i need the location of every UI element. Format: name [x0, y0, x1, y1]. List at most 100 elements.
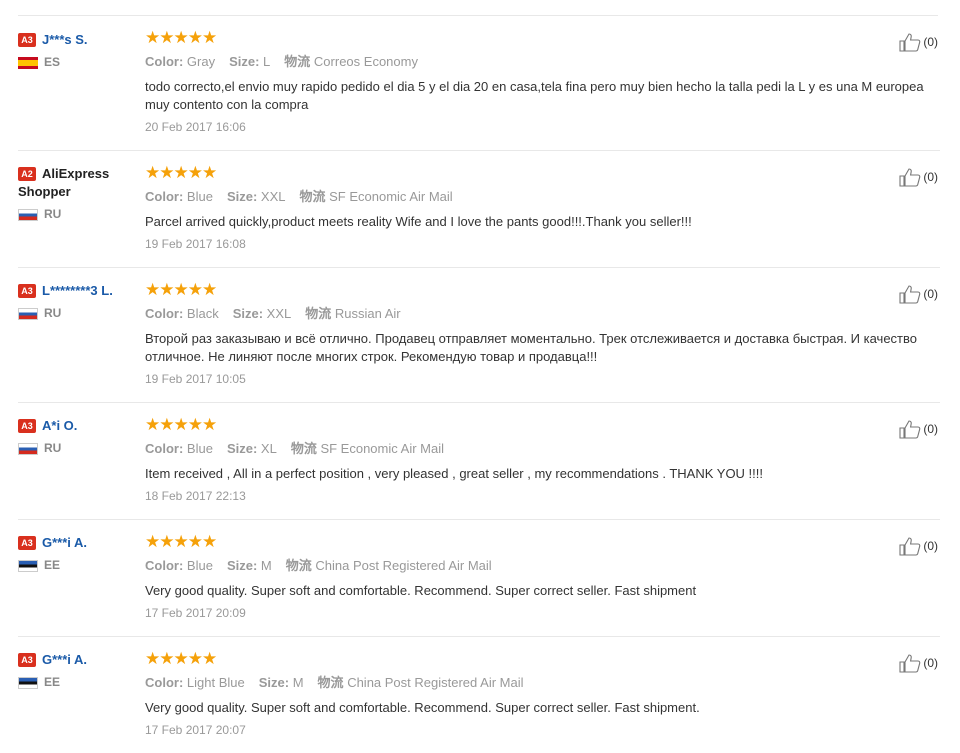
thumbs-up-icon: [899, 168, 921, 187]
buyer-country: EE: [18, 675, 133, 689]
star-rating: ★★★★★: [145, 28, 217, 47]
review-text: Very good quality. Super soft and comfor…: [145, 700, 700, 715]
color-label: Color:: [145, 306, 184, 321]
review-item: A3 J***s S. ES ★★★★★ Color: Gray Size: L 物流…: [18, 16, 940, 151]
helpful-count: (0): [923, 422, 938, 436]
review-date: 19 Feb 2017 10:05: [145, 372, 246, 386]
helpful-button[interactable]: (0): [899, 32, 938, 52]
helpful-button[interactable]: (0): [899, 653, 938, 673]
country-code: EE: [44, 675, 61, 689]
thumbs-up-icon: [899, 420, 921, 439]
estonia-flag-icon: [18, 676, 38, 689]
buyer-name[interactable]: G***i A.: [42, 535, 87, 550]
country-code: RU: [44, 306, 62, 320]
buyer-name[interactable]: G***i A.: [42, 652, 87, 667]
size-value: XXL: [260, 189, 286, 204]
color-label: Color:: [145, 54, 184, 69]
shipping-label: 物流: [284, 54, 311, 69]
review-text: Very good quality. Super soft and comfor…: [145, 583, 697, 598]
helpful-count: (0): [923, 170, 938, 184]
review-text: todo correcto,el envio muy rapido pedido…: [145, 79, 924, 112]
buyer-country: ES: [18, 55, 133, 69]
helpful-button[interactable]: (0): [899, 419, 938, 439]
helpful-count: (0): [923, 35, 938, 49]
buyer-name[interactable]: L********3 L.: [42, 283, 113, 298]
size-value: M: [260, 558, 272, 573]
review-item: A3 L********3 L. RU ★★★★★ Color: Black Siz…: [18, 268, 940, 403]
shipping-value: SF Economic Air Mail: [329, 189, 453, 204]
shipping-value: China Post Registered Air Mail: [315, 558, 492, 573]
size-label: Size:: [226, 558, 258, 573]
estonia-flag-icon: [18, 559, 38, 572]
color-value: Blue: [186, 441, 213, 456]
size-label: Size:: [226, 441, 258, 456]
review-item: A3 G***i A. EE ★★★★★ Color: Blue Size: M 物流…: [18, 520, 940, 637]
helpful-button[interactable]: (0): [899, 536, 938, 556]
buyer-name[interactable]: A*i O.: [42, 418, 77, 433]
color-label: Color:: [145, 441, 184, 456]
review-item: A3 G***i A. EE ★★★★★ Color: Light Blue Siz…: [18, 637, 940, 753]
helpful-count: (0): [923, 287, 938, 301]
review-date: 20 Feb 2017 16:06: [145, 120, 246, 134]
color-value: Blue: [186, 189, 213, 204]
spain-flag-icon: [18, 56, 38, 69]
review-date: 17 Feb 2017 20:09: [145, 606, 246, 620]
country-code: ES: [44, 55, 61, 69]
buyer-level-badge: A3: [18, 419, 36, 433]
russia-flag-icon: [18, 307, 38, 320]
color-label: Color:: [145, 675, 184, 690]
color-value: Gray: [186, 54, 216, 69]
size-value: XXL: [266, 306, 292, 321]
buyer-level-badge: A3: [18, 33, 36, 47]
helpful-button[interactable]: (0): [899, 284, 938, 304]
star-rating: ★★★★★: [145, 280, 217, 299]
review-text: Item received , All in a perfect positio…: [145, 466, 764, 481]
star-rating: ★★★★★: [145, 649, 217, 668]
buyer-level-badge: A2: [18, 167, 36, 181]
review-text: Parcel arrived quickly,product meets rea…: [145, 214, 692, 229]
buyer-name[interactable]: J***s S.: [42, 32, 88, 47]
buyer-country: RU: [18, 441, 133, 455]
helpful-count: (0): [923, 539, 938, 553]
thumbs-up-icon: [899, 654, 921, 673]
color-label: Color:: [145, 189, 184, 204]
shipping-label: 物流: [285, 558, 312, 573]
order-info: Color: Gray Size: L 物流 Correos Economy: [145, 53, 945, 71]
review-item: A2 AliExpress Shopper RU ★★★★★ Color: Blu…: [18, 151, 940, 268]
buyer-country: EE: [18, 558, 133, 572]
size-label: Size:: [229, 54, 260, 69]
order-info: Color: Blue Size: XL 物流 SF Economic Air Ma…: [145, 440, 945, 458]
size-label: Size:: [226, 189, 258, 204]
country-code: RU: [44, 207, 62, 221]
buyer-level-badge: A3: [18, 653, 36, 667]
buyer-country: RU: [18, 207, 133, 221]
buyer-level-badge: A3: [18, 536, 36, 550]
size-label: Size:: [232, 306, 264, 321]
shipping-label: 物流: [305, 306, 332, 321]
size-value: M: [292, 675, 304, 690]
star-rating: ★★★★★: [145, 163, 217, 182]
review-item: A3 A*i O. RU ★★★★★ Color: Blue Size: XL 物流 …: [18, 403, 940, 520]
russia-flag-icon: [18, 208, 38, 221]
color-label: Color:: [145, 558, 184, 573]
color-value: Black: [186, 306, 219, 321]
review-text: Второй раз заказываю и всё отлично. Прод…: [145, 331, 917, 364]
country-code: RU: [44, 441, 62, 455]
review-date: 18 Feb 2017 22:13: [145, 489, 246, 503]
order-info: Color: Light Blue Size: M 物流 China Post Re…: [145, 674, 945, 692]
russia-flag-icon: [18, 442, 38, 455]
country-code: EE: [44, 558, 61, 572]
shipping-label: 物流: [290, 441, 317, 456]
helpful-count: (0): [923, 656, 938, 670]
shipping-value: SF Economic Air Mail: [320, 441, 444, 456]
thumbs-up-icon: [899, 33, 921, 52]
star-rating: ★★★★★: [145, 415, 217, 434]
helpful-button[interactable]: (0): [899, 167, 938, 187]
buyer-country: RU: [18, 306, 133, 320]
color-value: Light Blue: [186, 675, 245, 690]
review-date: 17 Feb 2017 20:07: [145, 723, 246, 737]
shipping-label: 物流: [299, 189, 326, 204]
shipping-value: China Post Registered Air Mail: [347, 675, 524, 690]
buyer-level-badge: A3: [18, 284, 36, 298]
thumbs-up-icon: [899, 285, 921, 304]
